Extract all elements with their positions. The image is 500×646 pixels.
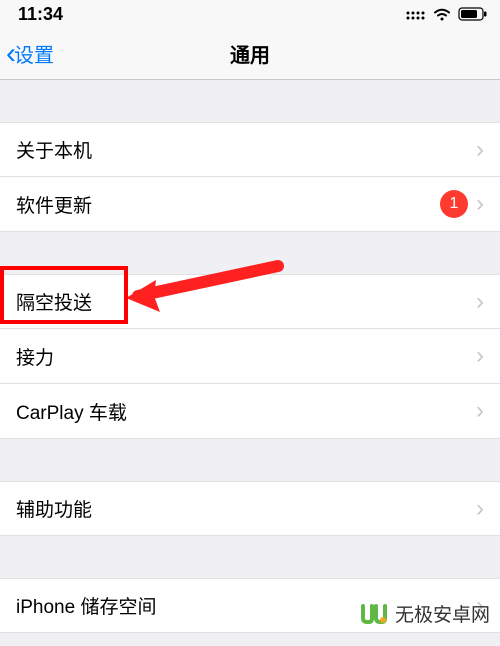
row-airdrop[interactable]: 隔空投送 › — [0, 274, 500, 329]
row-label: 隔空投送 — [16, 288, 468, 315]
chevron-right-icon: › — [476, 288, 484, 316]
notification-badge: 1 — [440, 190, 468, 218]
chevron-right-icon: › — [476, 495, 484, 523]
wifi-icon — [432, 7, 452, 21]
status-icons — [406, 7, 488, 21]
settings-group-1: 关于本机 › 软件更新 1 › — [0, 122, 500, 232]
settings-group-2: 隔空投送 › 接力 › CarPlay 车载 › — [0, 274, 500, 439]
chevron-right-icon: › — [476, 190, 484, 218]
row-accessibility[interactable]: 辅助功能 › — [0, 481, 500, 536]
row-label: CarPlay 车载 — [16, 398, 468, 425]
back-button[interactable]: ‹ 设置 — [0, 39, 54, 69]
battery-icon — [458, 7, 488, 21]
back-label: 设置 — [14, 39, 54, 68]
watermark-logo-icon — [359, 598, 389, 628]
row-label: 接力 — [16, 343, 468, 370]
row-carplay[interactable]: CarPlay 车载 › — [0, 384, 500, 439]
watermark-text: 无极安卓网 — [395, 600, 490, 627]
row-label: 关于本机 — [16, 136, 468, 163]
chevron-right-icon: › — [476, 397, 484, 425]
page-title: 通用 — [230, 39, 270, 68]
row-label: 软件更新 — [16, 191, 440, 218]
chevron-right-icon: › — [476, 136, 484, 164]
row-label: 辅助功能 — [16, 495, 468, 522]
status-time: 11:34 — [18, 4, 63, 25]
nav-header: ‹ 设置 通用 — [0, 28, 500, 80]
row-handoff[interactable]: 接力 › — [0, 329, 500, 384]
settings-group-3: 辅助功能 › — [0, 481, 500, 536]
cellular-signal-icon — [406, 7, 426, 21]
chevron-right-icon: › — [476, 342, 484, 370]
row-software-update[interactable]: 软件更新 1 › — [0, 177, 500, 232]
watermark: 无极安卓网 — [359, 598, 490, 628]
status-bar: 11:34 — [0, 0, 500, 28]
row-about[interactable]: 关于本机 › — [0, 122, 500, 177]
